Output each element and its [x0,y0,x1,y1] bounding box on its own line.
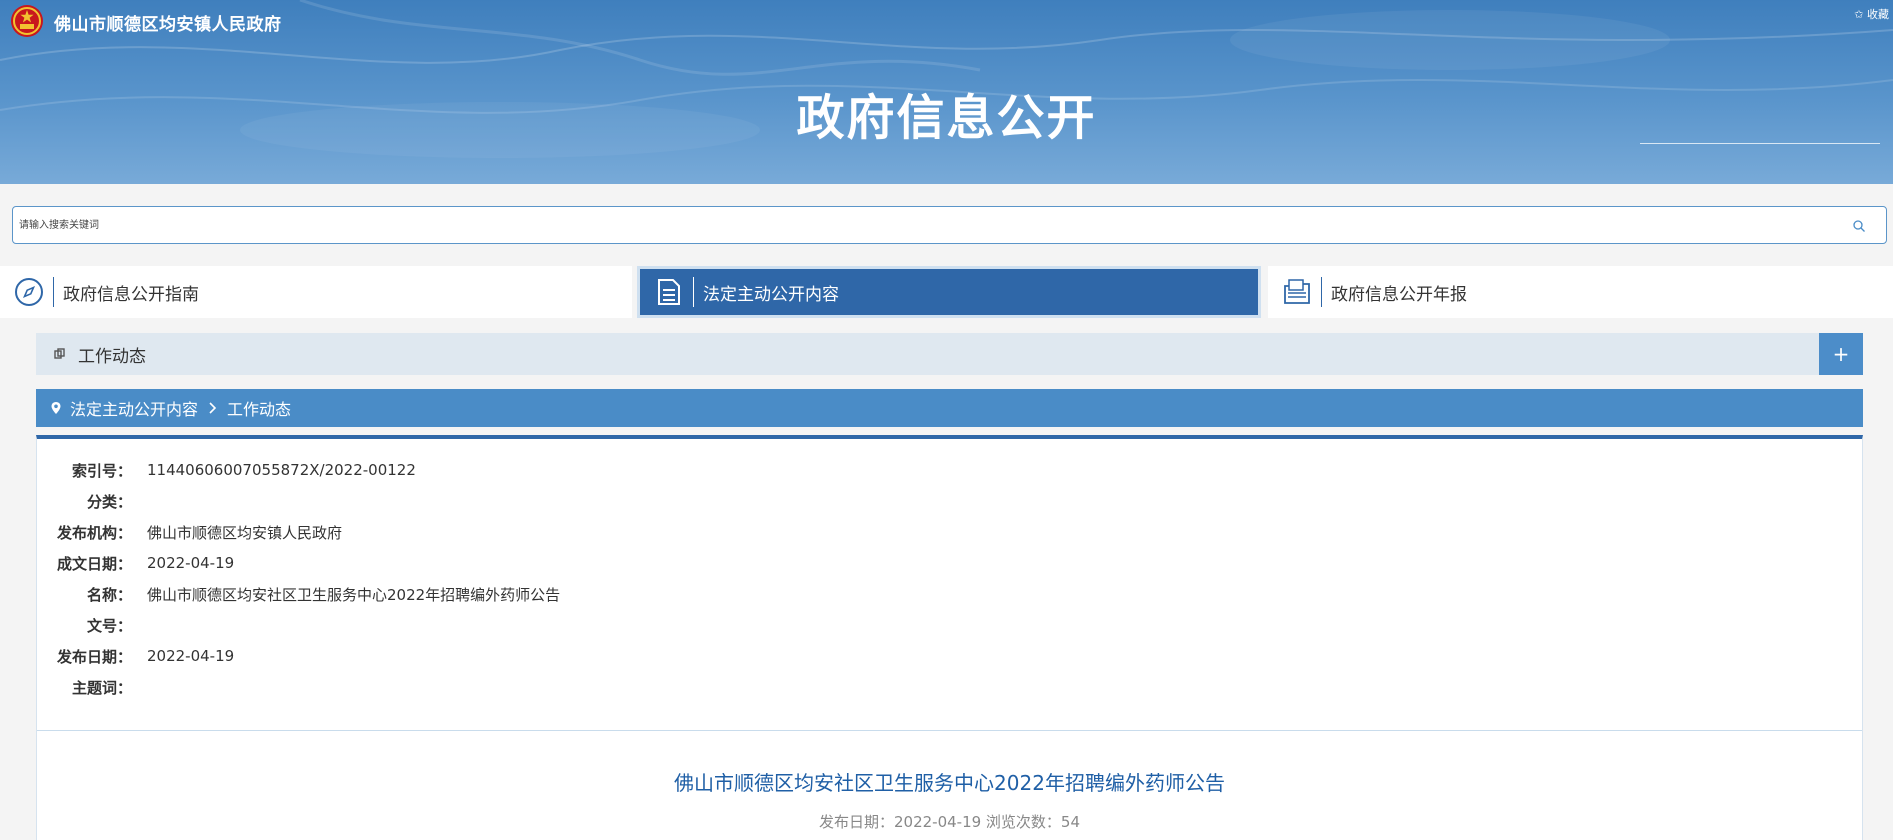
document-title: 佛山市顺德区均安社区卫生服务中心2022年招聘编外药师公告 [674,771,1225,795]
meta-label: 发布日期： [56,647,132,666]
meta-row-index: 索引号： 11440606007055872X/2022-00122 [37,460,416,480]
page-title: 政府信息公开 [796,90,1097,146]
meta-value: 佛山市顺德区均安社区卫生服务中心2022年招聘编外药师公告 [147,585,561,604]
breadcrumb: 法定主动公开内容 工作动态 [36,389,1863,427]
section-title: 工作动态 [78,346,146,367]
site-name[interactable]: 佛山市顺德区均安镇人民政府 [54,10,282,35]
location-pin-icon [51,402,61,414]
chevron-right-icon [209,402,217,414]
search-icon[interactable] [1852,219,1866,233]
meta-value: 11440606007055872X/2022-00122 [147,461,416,479]
tab-statutory-content[interactable]: 法定主动公开内容 [637,266,1261,318]
tab-separator [693,277,694,307]
document-icon [658,279,680,305]
meta-label: 发布机构： [56,523,132,542]
tab-label: 政府信息公开年报 [1331,284,1467,305]
panel-divider [37,730,1862,731]
tab-annual-report[interactable]: 政府信息公开年报 [1268,266,1893,318]
tab-separator [53,277,54,307]
tab-separator [1321,277,1322,307]
breadcrumb-item-statutory[interactable]: 法定主动公开内容 [70,396,198,420]
meta-row-keywords: 主题词： [37,677,147,697]
meta-value: 2022-04-19 [147,554,235,572]
compass-icon [15,278,43,306]
meta-row-doc-number: 文号： [37,615,147,635]
meta-label: 名称： [86,585,132,604]
tab-disclosure-guide[interactable]: 政府信息公开指南 [0,266,632,318]
meta-row-publisher: 发布机构： 佛山市顺德区均安镇人民政府 [37,522,342,542]
document-info: 发布日期：2022-04-19 浏览次数：54 [818,813,1081,831]
meta-label: 分类： [86,492,132,511]
meta-label: 主题词： [71,678,132,697]
meta-row-name: 名称： 佛山市顺德区均安社区卫生服务中心2022年招聘编外药师公告 [37,584,560,604]
meta-row-category: 分类： [37,491,147,511]
tab-label: 法定主动公开内容 [703,284,839,305]
breadcrumb-item-work-news[interactable]: 工作动态 [227,396,291,420]
refresh-icon [54,348,65,359]
section-bar: 工作动态 + [36,333,1863,375]
content-panel: 索引号： 11440606007055872X/2022-00122 分类： 发… [36,435,1863,840]
national-emblem-icon [11,5,43,37]
favorite-link[interactable]: ✩ 收藏 [1854,6,1889,22]
meta-label: 文号： [86,616,132,635]
folder-report-icon [1284,279,1310,304]
tab-label: 政府信息公开指南 [63,284,199,305]
page-header: 佛山市顺德区均安镇人民政府 ✩ 收藏 政府信息公开 [0,0,1893,184]
meta-row-written-date: 成文日期： 2022-04-19 [37,553,234,573]
header-underline [1640,143,1880,144]
meta-value: 2022-04-19 [147,647,235,665]
expand-button[interactable]: + [1819,333,1863,375]
search-input[interactable] [19,215,1819,235]
search-box [12,206,1887,244]
meta-row-publish-date: 发布日期： 2022-04-19 [37,646,234,666]
meta-label: 索引号： [71,461,132,480]
meta-value: 佛山市顺德区均安镇人民政府 [147,523,343,542]
meta-label: 成文日期： [56,554,132,573]
